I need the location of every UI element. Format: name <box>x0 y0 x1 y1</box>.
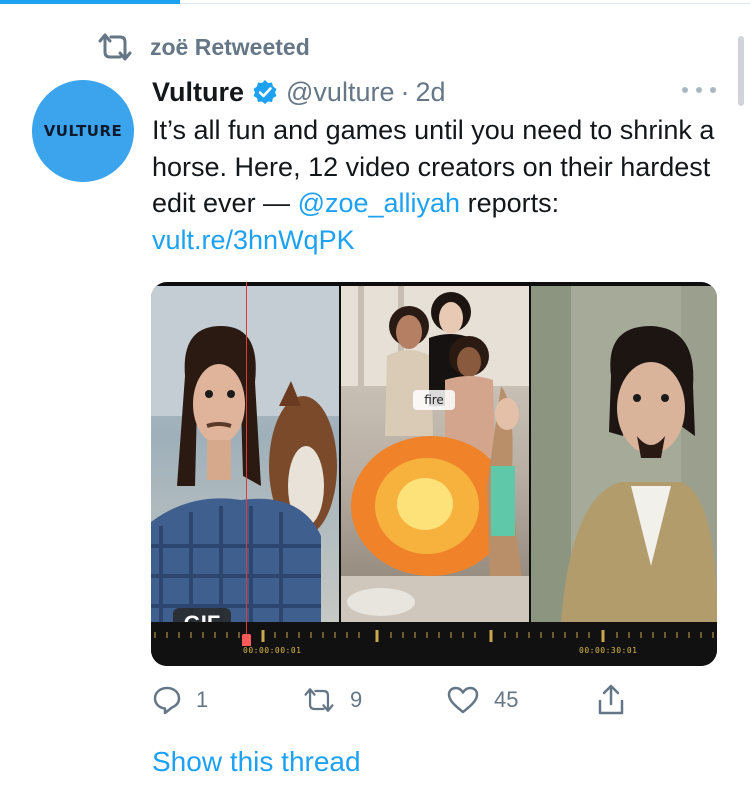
retweet-context[interactable]: zoë Retweeted <box>96 30 310 64</box>
sticker-label: fire <box>424 393 444 407</box>
separator-dot: · <box>400 76 410 107</box>
retweet-icon <box>98 33 132 61</box>
man-suit-illustration <box>531 286 717 622</box>
media-panel-middle: fire <box>341 286 529 622</box>
show-thread-link[interactable]: Show this thread <box>152 746 361 778</box>
more-options-icon[interactable] <box>682 82 716 98</box>
tweet-actions: 1 9 45 <box>152 680 632 720</box>
top-tab-indicator <box>0 0 750 6</box>
man-horse-illustration <box>151 286 339 622</box>
tweet-timestamp[interactable]: 2d <box>415 77 445 108</box>
divider <box>180 3 750 4</box>
retweet-icon <box>304 688 334 712</box>
playhead-handle[interactable] <box>242 634 251 646</box>
mention-link[interactable]: @zoe_alliyah <box>298 188 461 218</box>
verified-badge-icon <box>253 80 277 104</box>
group-fire-illustration: fire <box>341 286 529 622</box>
playhead-line[interactable] <box>246 282 247 634</box>
avatar[interactable]: VULTURE <box>32 80 134 182</box>
reply-count: 1 <box>196 687 209 712</box>
tweet-text: It’s all fun and games until you need to… <box>152 112 732 258</box>
tweet-header: Vulture @vulture · 2d <box>152 74 446 110</box>
tweet-text-middle: reports: <box>460 188 560 218</box>
media-panel-right <box>531 286 717 622</box>
author-handle[interactable]: @vulture <box>286 77 394 108</box>
reply-icon <box>153 686 181 715</box>
scrollbar[interactable] <box>738 36 744 106</box>
media-gif[interactable]: fire GIF <box>151 282 717 666</box>
avatar-logo-text: VULTURE <box>43 122 123 140</box>
url-link[interactable]: vult.re/3hnWqPK <box>152 225 355 255</box>
reply-button[interactable]: 1 <box>152 680 208 720</box>
retweet-count: 9 <box>350 687 363 712</box>
heart-icon <box>447 686 479 714</box>
timecode-left: 00:00:00:01 <box>243 646 302 655</box>
active-tab-underline <box>0 0 180 4</box>
timecode-right: 00:00:30:01 <box>579 646 638 655</box>
like-count: 45 <box>494 687 519 712</box>
share-icon <box>598 684 624 715</box>
media-panel-left <box>151 286 339 622</box>
timeline-ticks <box>154 630 714 642</box>
author-name[interactable]: Vulture <box>152 77 244 108</box>
retweet-button[interactable]: 9 <box>302 680 362 720</box>
share-button[interactable] <box>596 680 640 720</box>
like-button[interactable]: 45 <box>446 680 518 720</box>
retweet-label: zoë Retweeted <box>150 33 310 60</box>
video-timeline[interactable] <box>151 622 717 666</box>
